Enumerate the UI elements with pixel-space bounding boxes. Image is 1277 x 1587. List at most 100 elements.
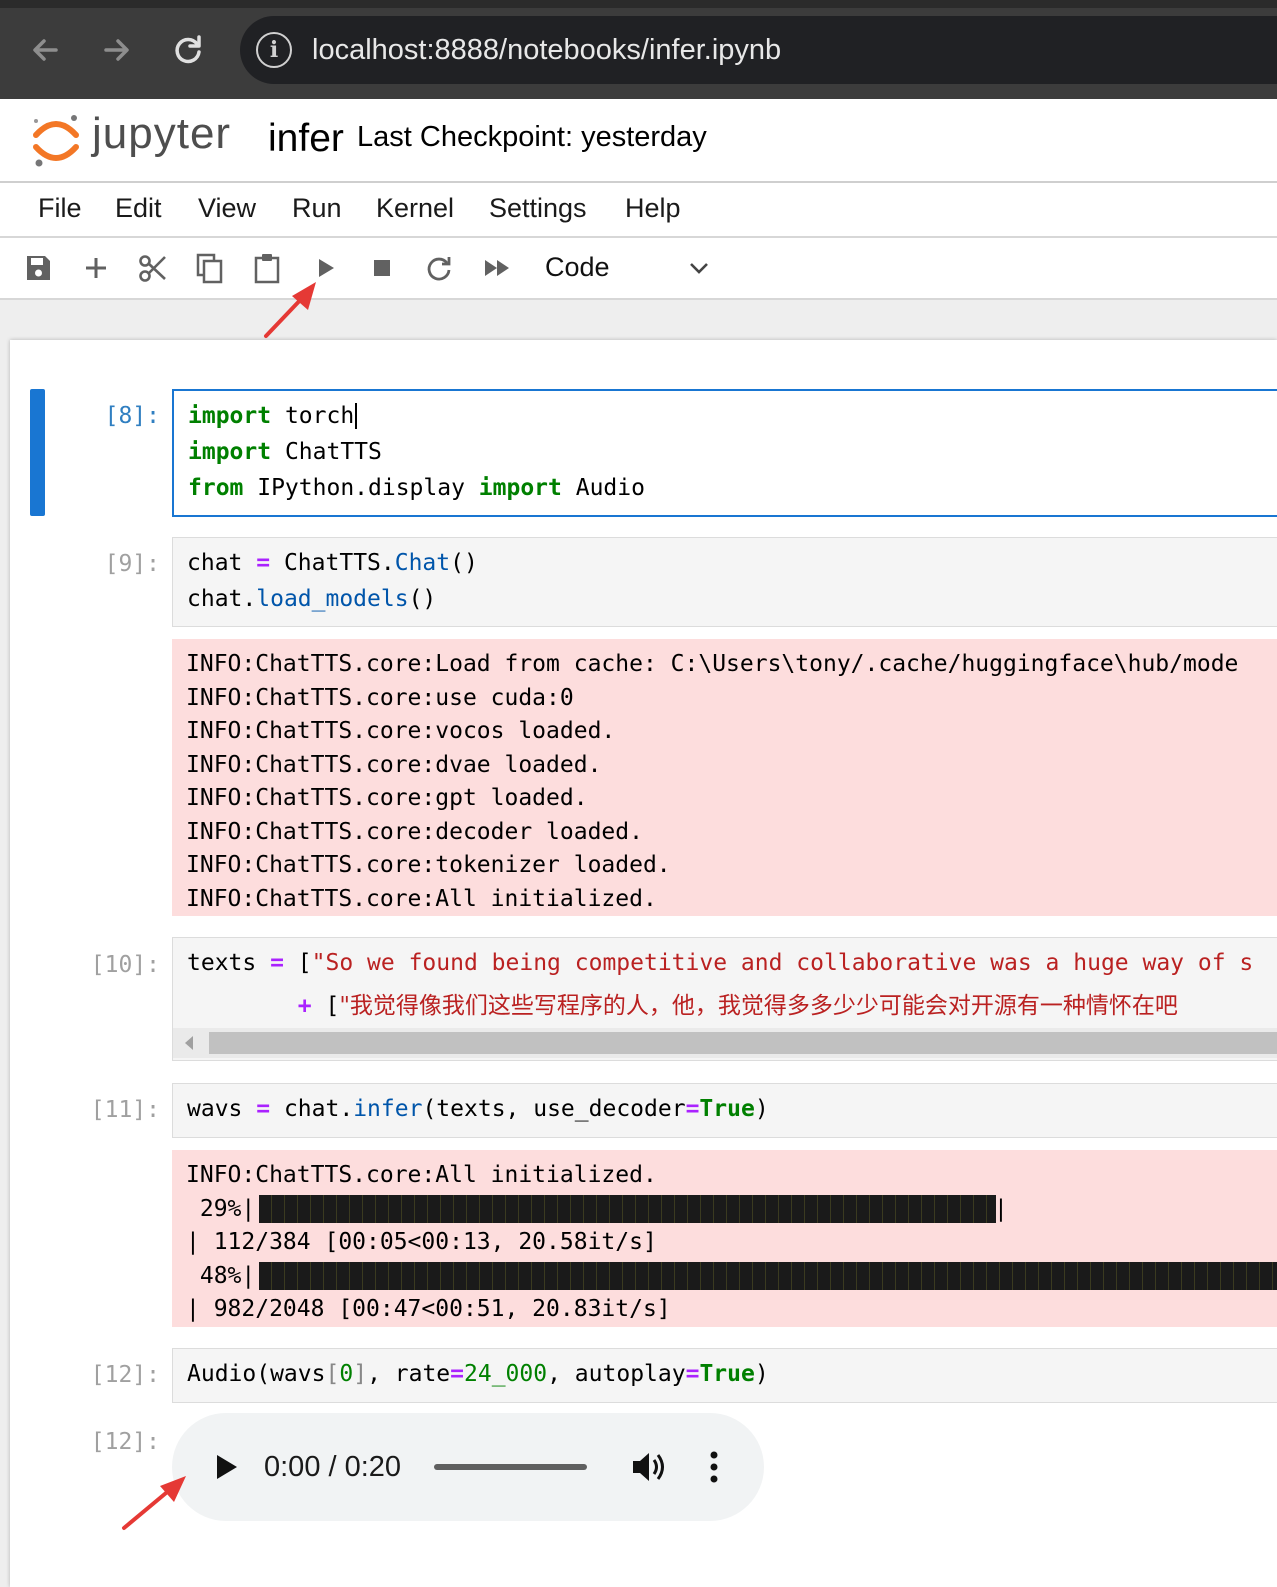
play-icon[interactable] xyxy=(210,1451,242,1483)
reload-icon[interactable] xyxy=(166,28,210,72)
code-text: torch xyxy=(271,403,355,429)
cell-prompt: [11]: xyxy=(90,1097,160,1123)
function-name: infer xyxy=(353,1096,423,1122)
keyword: import xyxy=(478,475,562,501)
save-icon[interactable] xyxy=(22,252,54,284)
code-line[interactable]: import torch xyxy=(188,403,358,429)
output-line: INFO:ChatTTS.core:All initialized. xyxy=(186,886,657,912)
restart-icon[interactable] xyxy=(423,252,455,284)
scrollbar-thumb[interactable] xyxy=(209,1032,1277,1054)
chevron-down-icon[interactable] xyxy=(688,260,710,276)
output-line: INFO:ChatTTS.core:decoder loaded. xyxy=(186,819,643,845)
operator: [ xyxy=(325,1361,340,1387)
stderr-output: INFO:ChatTTS.core:All initialized. 29%| … xyxy=(172,1150,1277,1327)
output-prompt: [12]: xyxy=(90,1429,160,1455)
jupyter-logo-icon xyxy=(33,115,79,167)
volume-icon[interactable] xyxy=(630,1449,670,1485)
code-line[interactable]: wavs = chat.infer(texts, use_decoder=Tru… xyxy=(187,1096,769,1122)
audio-player[interactable]: 0:00 / 0:20 xyxy=(172,1413,764,1521)
menu-settings[interactable]: Settings xyxy=(489,193,587,224)
more-vertical-icon[interactable] xyxy=(702,1449,726,1485)
string-literal: "我觉得像我们这些写程序的人，他，我觉得多多少少可能会对开源有一种情怀在吧 xyxy=(339,993,1178,1019)
keyword: import xyxy=(188,439,272,465)
function-name: Chat xyxy=(394,550,451,576)
code-text: () xyxy=(450,550,478,576)
arrow-right-icon[interactable] xyxy=(94,28,138,72)
code-line[interactable]: chat = ChatTTS.Chat() xyxy=(187,550,478,576)
fast-forward-icon[interactable] xyxy=(482,252,514,284)
code-text: ) xyxy=(754,1096,769,1122)
code-text: IPython.display xyxy=(243,475,479,501)
function-name: load_models xyxy=(256,586,409,612)
code-line[interactable]: + ["我觉得像我们这些写程序的人，他，我觉得多多少少可能会对开源有一种情怀在吧 xyxy=(187,986,1178,1020)
menu-kernel[interactable]: Kernel xyxy=(376,193,454,224)
code-text: ChatTTS. xyxy=(270,550,395,576)
code-line[interactable]: texts = ["So we found being competitive … xyxy=(187,950,1253,976)
code-text: Audio xyxy=(561,475,645,501)
code-line[interactable]: chat.load_models() xyxy=(187,586,436,612)
notebook-header: jupyter infer Last Checkpoint: yesterday xyxy=(0,99,1277,183)
cell-type-select[interactable]: Code xyxy=(545,252,610,283)
output-line: INFO:ChatTTS.core:All initialized. xyxy=(186,1162,657,1188)
output-line: INFO:ChatTTS.core:use cuda:0 xyxy=(186,685,574,711)
menu-run[interactable]: Run xyxy=(292,193,342,224)
code-text: texts xyxy=(187,950,271,976)
output-line: INFO:ChatTTS.core:gpt loaded. xyxy=(186,785,588,811)
code-line[interactable]: import ChatTTS xyxy=(188,439,382,465)
audio-seek-bar[interactable] xyxy=(434,1464,587,1470)
cut-icon[interactable] xyxy=(137,252,169,284)
arrow-left-icon[interactable] xyxy=(24,28,68,72)
string-literal: "So we found being competitive and colla… xyxy=(311,950,1254,976)
browser-toolbar: i localhost:8888/notebooks/infer.ipynb xyxy=(0,0,1277,99)
progress-label: 48%| xyxy=(186,1263,256,1289)
stop-icon[interactable] xyxy=(366,252,398,284)
code-text: wavs xyxy=(187,1096,257,1122)
last-checkpoint: Last Checkpoint: yesterday xyxy=(357,121,707,153)
progress-stats: | 982/2048 [00:47<00:51, 20.83it/s] xyxy=(186,1296,671,1322)
operator: = xyxy=(685,1096,700,1122)
code-line[interactable]: from IPython.display import Audio xyxy=(188,475,645,501)
code-cell-editor[interactable]: texts = ["So we found being competitive … xyxy=(172,937,1277,1061)
operator: = xyxy=(256,1096,271,1122)
menu-view[interactable]: View xyxy=(198,193,256,224)
add-icon[interactable] xyxy=(80,252,112,284)
output-line: INFO:ChatTTS.core:vocos loaded. xyxy=(186,718,616,744)
operator: ] xyxy=(353,1361,368,1387)
code-text: , rate xyxy=(367,1361,451,1387)
jupyter-logo-text[interactable]: jupyter xyxy=(92,109,231,159)
code-text: ChatTTS xyxy=(271,439,382,465)
keyword: import xyxy=(188,403,272,429)
copy-icon[interactable] xyxy=(194,252,226,284)
scroll-left-icon[interactable] xyxy=(185,1036,193,1050)
text-cursor xyxy=(355,403,358,429)
progress-stats: | 112/384 [00:05<00:13, 20.58it/s] xyxy=(186,1229,657,1255)
info-icon[interactable]: i xyxy=(256,32,292,68)
horizontal-scrollbar[interactable] xyxy=(173,1028,1277,1058)
menu-file[interactable]: File xyxy=(38,193,82,224)
address-bar[interactable]: i localhost:8888/notebooks/infer.ipynb xyxy=(240,16,1277,84)
keyword: True xyxy=(699,1361,755,1387)
code-text: () xyxy=(408,586,437,612)
progress-bar xyxy=(259,1195,996,1223)
annotation-arrow-icon xyxy=(264,282,316,338)
code-cell-editor[interactable]: Audio(wavs[0], rate=24_000, autoplay=Tru… xyxy=(172,1348,1277,1403)
code-text: [ xyxy=(311,993,340,1019)
notebook-name[interactable]: infer xyxy=(268,117,344,161)
keyword: True xyxy=(699,1096,755,1122)
code-cell-editor[interactable]: import torch import ChatTTS from IPython… xyxy=(172,389,1277,517)
code-text: (texts, use_decoder xyxy=(422,1096,686,1122)
menu-help[interactable]: Help xyxy=(625,193,681,224)
code-cell-editor[interactable]: wavs = chat.infer(texts, use_decoder=Tru… xyxy=(172,1083,1277,1138)
notebook-toolbar: Code xyxy=(0,238,1277,300)
cell-prompt: [12]: xyxy=(90,1362,160,1388)
output-line: INFO:ChatTTS.core:Load from cache: C:\Us… xyxy=(186,651,1239,677)
code-cell-editor[interactable]: chat = ChatTTS.Chat() chat.load_models() xyxy=(172,537,1277,627)
code-text: chat. xyxy=(187,586,257,612)
menu-edit[interactable]: Edit xyxy=(115,193,162,224)
code-line[interactable]: Audio(wavs[0], rate=24_000, autoplay=Tru… xyxy=(187,1361,769,1387)
operator: = xyxy=(685,1361,700,1387)
annotation-arrow-icon xyxy=(122,1476,186,1530)
url-text[interactable]: localhost:8888/notebooks/infer.ipynb xyxy=(312,32,781,68)
browser-top-edge xyxy=(0,0,1277,8)
